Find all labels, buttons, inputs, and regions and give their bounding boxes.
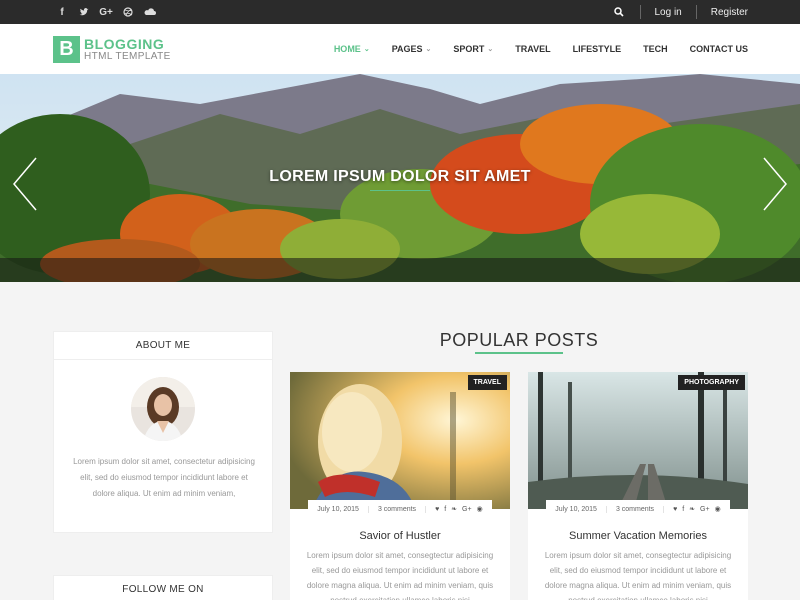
nav-pages[interactable]: PAGES ⌄	[392, 44, 432, 54]
dribbble-icon[interactable]	[122, 6, 134, 18]
nav-travel[interactable]: TRAVEL	[515, 44, 550, 54]
account-links: Log in Register	[612, 0, 748, 24]
post-meta: July 10, 2015 3 comments ♥ f ❧ G+ ◉	[308, 500, 492, 518]
about-me-title: ABOUT ME	[54, 332, 272, 360]
post-title[interactable]: Savior of Hustler	[290, 530, 510, 542]
heart-icon[interactable]: ♥	[673, 506, 677, 513]
logo-mark: B	[53, 36, 80, 63]
top-bar: f G+ Log in Register	[0, 0, 800, 24]
hero-title-underline	[370, 190, 430, 191]
google-plus-icon[interactable]: G+	[99, 6, 113, 18]
facebook-icon[interactable]: f	[444, 506, 446, 513]
facebook-icon[interactable]: f	[56, 6, 68, 18]
nav-lifestyle[interactable]: LIFESTYLE	[573, 44, 622, 54]
post-date: July 10, 2015	[308, 505, 369, 513]
heart-icon[interactable]: ♥	[435, 506, 439, 513]
post-image[interactable]	[290, 372, 510, 509]
avatar	[131, 377, 195, 441]
post-excerpt: Lorem ipsum dolor sit amet, consegtectur…	[306, 551, 494, 600]
soundcloud-icon[interactable]	[144, 6, 156, 18]
google-plus-icon[interactable]: G+	[462, 506, 472, 513]
social-links: f G+	[56, 0, 156, 24]
nav-contact-us[interactable]: CONTACT US	[690, 44, 748, 54]
hero-caption-strip	[0, 258, 800, 282]
post-share-icons: ♥ f ❧ G+ ◉	[664, 505, 730, 514]
site-header: B BLOGGING HTML TEMPLATE HOME ⌄ PAGES ⌄ SP…	[0, 24, 800, 74]
post-image[interactable]	[528, 372, 748, 509]
facebook-icon[interactable]: f	[682, 506, 684, 513]
chevron-down-icon: ⌄	[425, 46, 432, 53]
logo-title: BLOGGING	[84, 36, 165, 52]
chevron-down-icon: ⌄	[487, 46, 494, 53]
post-category-tag[interactable]: TRAVEL	[467, 375, 507, 390]
slider-next-arrow-icon[interactable]	[760, 156, 790, 212]
twitter-icon[interactable]: ❧	[451, 505, 457, 513]
nav-tech[interactable]: TECH	[643, 44, 668, 54]
nav-sport[interactable]: SPORT ⌄	[453, 44, 493, 54]
about-me-text: Lorem ipsum dolor sit amet, consectetur …	[73, 457, 255, 498]
main-nav: HOME ⌄ PAGES ⌄ SPORT ⌄ TRAVEL LIFESTYLE TEC…	[312, 24, 748, 74]
post-card[interactable]: TRAVEL July 10, 2015 3 comments ♥ f ❧ G+…	[290, 372, 510, 600]
follow-me-title: FOLLOW ME ON	[54, 576, 272, 600]
popular-posts-underline	[475, 352, 563, 354]
site-logo[interactable]: B BLOGGING HTML TEMPLATE	[53, 36, 171, 63]
chevron-down-icon: ⌄	[363, 46, 370, 53]
nav-home[interactable]: HOME ⌄	[334, 44, 370, 54]
popular-posts-title: POPULAR POSTS	[439, 330, 599, 350]
post-category-tag[interactable]: PHOTOGRAPHY	[678, 375, 745, 390]
post-comments[interactable]: 3 comments	[607, 505, 665, 513]
dribbble-icon[interactable]: ◉	[715, 505, 721, 513]
twitter-icon[interactable]	[78, 6, 90, 18]
twitter-icon[interactable]: ❧	[689, 505, 695, 513]
post-excerpt: Lorem ipsum dolor sit amet, consegtectur…	[544, 551, 732, 600]
post-title[interactable]: Summer Vacation Memories	[528, 530, 748, 542]
google-plus-icon[interactable]: G+	[700, 506, 710, 513]
post-card[interactable]: PHOTOGRAPHY July 10, 2015 3 comments ♥ f…	[528, 372, 748, 600]
hero-title: LOREM IPSUM DOLOR SIT AMET	[269, 168, 531, 185]
post-date: July 10, 2015	[546, 505, 607, 513]
follow-me-widget: FOLLOW ME ON	[53, 575, 273, 600]
post-share-icons: ♥ f ❧ G+ ◉	[426, 505, 492, 514]
about-me-widget: ABOUT ME Lorem ipsum dolor sit amet, con…	[53, 331, 273, 533]
logo-subtitle: HTML TEMPLATE	[84, 51, 171, 62]
slider-prev-arrow-icon[interactable]	[10, 156, 40, 212]
dribbble-icon[interactable]: ◉	[477, 505, 483, 513]
search-icon[interactable]	[612, 5, 626, 19]
post-comments[interactable]: 3 comments	[369, 505, 427, 513]
post-meta: July 10, 2015 3 comments ♥ f ❧ G+ ◉	[546, 500, 730, 518]
login-link[interactable]: Log in	[641, 7, 696, 18]
hero-slider: LOREM IPSUM DOLOR SIT AMET	[0, 74, 800, 282]
register-link[interactable]: Register	[697, 7, 748, 18]
